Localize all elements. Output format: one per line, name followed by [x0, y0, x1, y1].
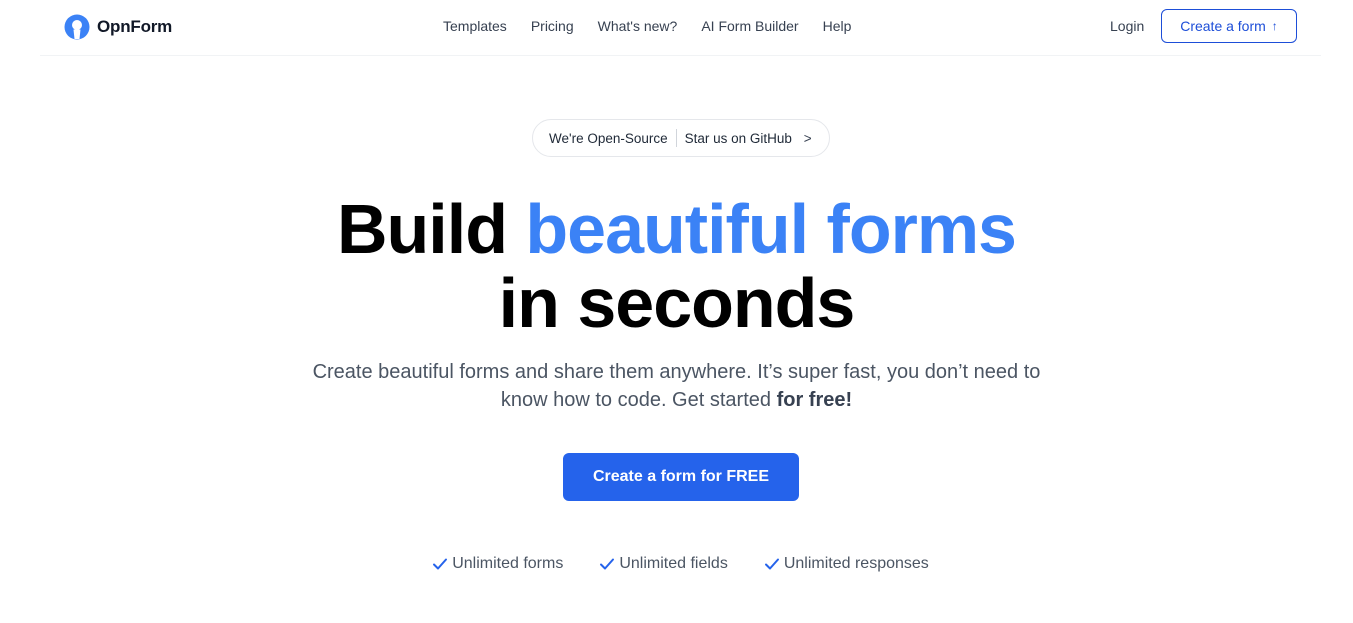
check-icon [433, 558, 448, 570]
create-form-free-button[interactable]: Create a form for FREE [563, 453, 799, 501]
github-star-label: Star us on GitHub [684, 130, 792, 146]
feature-item: Unlimited forms [432, 555, 563, 573]
check-icon [764, 558, 779, 570]
hero-title-part1: Build [336, 190, 508, 268]
feature-list: Unlimited forms Unlimited fields Unlimit… [0, 555, 1353, 573]
create-form-label: Create a form [1180, 18, 1266, 34]
top-navbar: OpnForm Templates Pricing What's new? AI… [40, 0, 1321, 56]
github-star-link[interactable]: Star us on GitHub > [677, 131, 812, 146]
nav-link-help[interactable]: Help [823, 17, 852, 35]
nav-link-ai-form-builder[interactable]: AI Form Builder [701, 17, 798, 35]
opnform-logo-icon [64, 14, 90, 40]
check-icon [600, 558, 615, 570]
feature-item: Unlimited fields [599, 555, 728, 573]
feature-label: Unlimited forms [452, 555, 564, 572]
hero-title-accent: beautiful forms [525, 190, 1017, 268]
chevron-right-icon: > [803, 130, 812, 146]
hero-subtitle: Create beautiful forms and share them an… [301, 358, 1052, 414]
login-link[interactable]: Login [1110, 17, 1144, 35]
hero-title-line2: in seconds [498, 264, 856, 342]
hero-subtitle-bold: for free! [776, 389, 853, 411]
nav-link-templates[interactable]: Templates [443, 17, 507, 35]
open-source-announcement: We're Open-Source Star us on GitHub > [532, 119, 830, 157]
nav-link-whats-new[interactable]: What's new? [598, 17, 678, 35]
feature-item: Unlimited responses [764, 555, 929, 573]
hero-title: Build beautiful forms in seconds [0, 192, 1353, 340]
brand-link[interactable]: OpnForm [64, 14, 172, 40]
nav-link-pricing[interactable]: Pricing [531, 17, 574, 35]
feature-label: Unlimited responses [783, 555, 929, 572]
brand-name: OpnForm [97, 17, 173, 36]
hero-subtitle-text: Create beautiful forms and share them an… [312, 361, 1041, 411]
arrow-up-icon: ↑ [1271, 19, 1278, 33]
open-source-label: We're Open-Source [549, 130, 668, 146]
feature-label: Unlimited fields [619, 555, 728, 572]
create-form-button[interactable]: Create a form ↑ [1161, 9, 1297, 43]
main-nav: Templates Pricing What's new? AI Form Bu… [443, 17, 875, 35]
